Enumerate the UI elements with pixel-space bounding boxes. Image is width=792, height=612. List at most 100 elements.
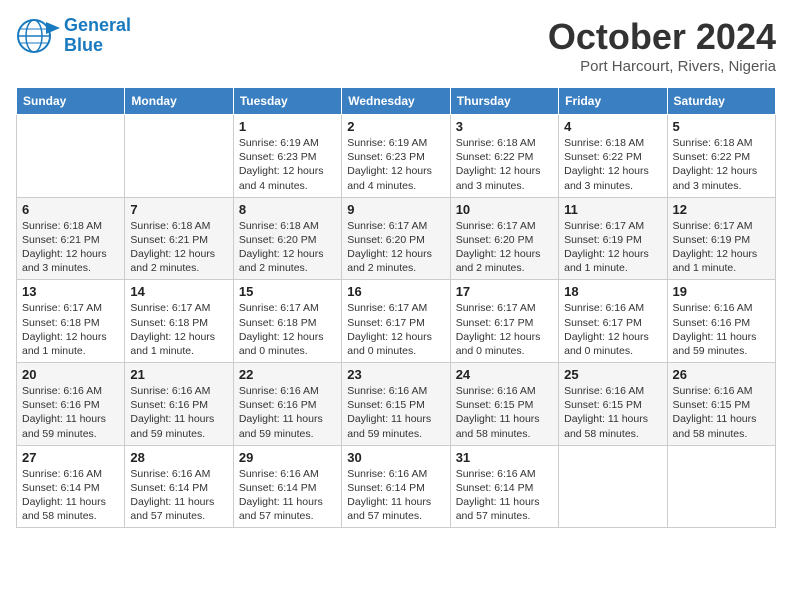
- calendar-cell: 4 Sunrise: 6:18 AM Sunset: 6:22 PM Daylig…: [559, 115, 667, 198]
- day-number: 5: [673, 119, 770, 134]
- day-info: Sunrise: 6:16 AM Sunset: 6:14 PM Dayligh…: [347, 467, 444, 524]
- day-info: Sunrise: 6:16 AM Sunset: 6:16 PM Dayligh…: [239, 384, 336, 441]
- calendar-cell: 27Sunrise: 6:16 AM Sunset: 6:14 PM Dayli…: [17, 445, 125, 528]
- calendar-cell: [559, 445, 667, 528]
- day-info: Sunrise: 6:17 AM Sunset: 6:18 PM Dayligh…: [22, 301, 119, 358]
- calendar-cell: 22Sunrise: 6:16 AM Sunset: 6:16 PM Dayli…: [233, 363, 341, 446]
- calendar-cell: 6Sunrise: 6:18 AM Sunset: 6:21 PM Daylig…: [17, 197, 125, 280]
- calendar-cell: 9Sunrise: 6:17 AM Sunset: 6:20 PM Daylig…: [342, 197, 450, 280]
- calendar-cell: [667, 445, 775, 528]
- calendar-cell: 29 Sunrise: 6:16 AM Sunset: 6:14 PM Dayli…: [233, 445, 341, 528]
- day-info: Sunrise: 6:19 AM Sunset: 6:23 PM Dayligh…: [239, 136, 336, 193]
- day-number: 20: [22, 367, 119, 382]
- day-info: Sunrise: 6:18 AM Sunset: 6:22 PM Dayligh…: [673, 136, 770, 193]
- day-number: 24: [456, 367, 553, 382]
- month-title: October 2024: [548, 16, 776, 58]
- calendar-cell: 18Sunrise: 6:16 AM Sunset: 6:17 PM Dayli…: [559, 280, 667, 363]
- day-number: 13: [22, 284, 119, 299]
- calendar-cell: 13 Sunrise: 6:17 AM Sunset: 6:18 PM Dayli…: [17, 280, 125, 363]
- logo: General Blue: [16, 16, 131, 56]
- day-number: 1: [239, 119, 336, 134]
- day-number: 17: [456, 284, 553, 299]
- page-header: General Blue October 2024 Port Harcourt,…: [16, 16, 776, 75]
- day-info: Sunrise: 6:17 AM Sunset: 6:19 PM Dayligh…: [673, 219, 770, 276]
- weekday-header-thursday: Thursday: [450, 88, 558, 115]
- calendar-cell: 1 Sunrise: 6:19 AM Sunset: 6:23 PM Daylig…: [233, 115, 341, 198]
- day-info: Sunrise: 6:17 AM Sunset: 6:17 PM Dayligh…: [456, 301, 553, 358]
- day-info: Sunrise: 6:19 AM Sunset: 6:23 PM Dayligh…: [347, 136, 444, 193]
- day-info: Sunrise: 6:16 AM Sunset: 6:15 PM Dayligh…: [347, 384, 444, 441]
- calendar-cell: 26 Sunrise: 6:16 AM Sunset: 6:15 PM Dayli…: [667, 363, 775, 446]
- calendar-cell: 15Sunrise: 6:17 AM Sunset: 6:18 PM Dayli…: [233, 280, 341, 363]
- calendar-cell: 24 Sunrise: 6:16 AM Sunset: 6:15 PM Dayli…: [450, 363, 558, 446]
- week-row-2: 6 Sunrise: 6:18 AM Sunset: 6:21 PM Daylig…: [17, 197, 776, 280]
- logo-icon: [16, 18, 60, 54]
- weekday-header-saturday: Saturday: [667, 88, 775, 115]
- calendar-cell: 21Sunrise: 6:16 AM Sunset: 6:16 PM Dayli…: [125, 363, 233, 446]
- day-info: Sunrise: 6:17 AM Sunset: 6:18 PM Dayligh…: [239, 301, 336, 358]
- calendar-cell: 23 Sunrise: 6:16 AM Sunset: 6:15 PM Dayli…: [342, 363, 450, 446]
- week-row-1: 1 Sunrise: 6:19 AM Sunset: 6:23 PM Daylig…: [17, 115, 776, 198]
- day-info: Sunrise: 6:16 AM Sunset: 6:14 PM Dayligh…: [130, 467, 227, 524]
- day-info: Sunrise: 6:18 AM Sunset: 6:22 PM Dayligh…: [456, 136, 553, 193]
- day-number: 4: [564, 119, 661, 134]
- day-info: Sunrise: 6:16 AM Sunset: 6:15 PM Dayligh…: [564, 384, 661, 441]
- week-row-5: 27 Sunrise: 6:16 AM Sunset: 6:14 PM Dayli…: [17, 445, 776, 528]
- day-number: 6: [22, 202, 119, 217]
- day-number: 10: [456, 202, 553, 217]
- day-info: Sunrise: 6:16 AM Sunset: 6:15 PM Dayligh…: [673, 384, 770, 441]
- weekday-header-friday: Friday: [559, 88, 667, 115]
- day-number: 28: [130, 450, 227, 465]
- week-row-4: 20 Sunrise: 6:16 AM Sunset: 6:16 PM Dayli…: [17, 363, 776, 446]
- logo-line2: Blue: [64, 36, 131, 56]
- day-info: Sunrise: 6:16 AM Sunset: 6:14 PM Dayligh…: [456, 467, 553, 524]
- day-number: 9: [347, 202, 444, 217]
- day-number: 21: [130, 367, 227, 382]
- calendar-cell: 16 Sunrise: 6:17 AM Sunset: 6:17 PM Dayli…: [342, 280, 450, 363]
- calendar-cell: 30Sunrise: 6:16 AM Sunset: 6:14 PM Dayli…: [342, 445, 450, 528]
- weekday-header-tuesday: Tuesday: [233, 88, 341, 115]
- day-info: Sunrise: 6:16 AM Sunset: 6:16 PM Dayligh…: [673, 301, 770, 358]
- day-number: 16: [347, 284, 444, 299]
- day-info: Sunrise: 6:16 AM Sunset: 6:16 PM Dayligh…: [22, 384, 119, 441]
- calendar-cell: 28 Sunrise: 6:16 AM Sunset: 6:14 PM Dayli…: [125, 445, 233, 528]
- day-info: Sunrise: 6:18 AM Sunset: 6:21 PM Dayligh…: [130, 219, 227, 276]
- day-info: Sunrise: 6:18 AM Sunset: 6:22 PM Dayligh…: [564, 136, 661, 193]
- day-number: 14: [130, 284, 227, 299]
- calendar-cell: [17, 115, 125, 198]
- day-info: Sunrise: 6:16 AM Sunset: 6:14 PM Dayligh…: [239, 467, 336, 524]
- day-number: 23: [347, 367, 444, 382]
- day-number: 18: [564, 284, 661, 299]
- day-info: Sunrise: 6:17 AM Sunset: 6:18 PM Dayligh…: [130, 301, 227, 358]
- weekday-header-row: SundayMondayTuesdayWednesdayThursdayFrid…: [17, 88, 776, 115]
- logo-line1: General: [64, 16, 131, 36]
- weekday-header-monday: Monday: [125, 88, 233, 115]
- week-row-3: 13 Sunrise: 6:17 AM Sunset: 6:18 PM Dayli…: [17, 280, 776, 363]
- calendar-cell: 8Sunrise: 6:18 AM Sunset: 6:20 PM Daylig…: [233, 197, 341, 280]
- day-info: Sunrise: 6:17 AM Sunset: 6:17 PM Dayligh…: [347, 301, 444, 358]
- location: Port Harcourt, Rivers, Nigeria: [548, 58, 776, 75]
- day-number: 11: [564, 202, 661, 217]
- calendar-cell: 19 Sunrise: 6:16 AM Sunset: 6:16 PM Dayli…: [667, 280, 775, 363]
- day-info: Sunrise: 6:16 AM Sunset: 6:15 PM Dayligh…: [456, 384, 553, 441]
- calendar-cell: 25 Sunrise: 6:16 AM Sunset: 6:15 PM Dayli…: [559, 363, 667, 446]
- calendar-cell: 10Sunrise: 6:17 AM Sunset: 6:20 PM Dayli…: [450, 197, 558, 280]
- calendar-cell: 14 Sunrise: 6:17 AM Sunset: 6:18 PM Dayli…: [125, 280, 233, 363]
- day-number: 19: [673, 284, 770, 299]
- day-number: 12: [673, 202, 770, 217]
- day-number: 7: [130, 202, 227, 217]
- day-number: 26: [673, 367, 770, 382]
- calendar-cell: 5 Sunrise: 6:18 AM Sunset: 6:22 PM Daylig…: [667, 115, 775, 198]
- calendar-table: SundayMondayTuesdayWednesdayThursdayFrid…: [16, 87, 776, 528]
- day-info: Sunrise: 6:18 AM Sunset: 6:20 PM Dayligh…: [239, 219, 336, 276]
- day-number: 2: [347, 119, 444, 134]
- calendar-cell: 20 Sunrise: 6:16 AM Sunset: 6:16 PM Dayli…: [17, 363, 125, 446]
- weekday-header-sunday: Sunday: [17, 88, 125, 115]
- day-number: 27: [22, 450, 119, 465]
- day-number: 25: [564, 367, 661, 382]
- weekday-header-wednesday: Wednesday: [342, 88, 450, 115]
- title-block: October 2024 Port Harcourt, Rivers, Nige…: [548, 16, 776, 75]
- calendar-cell: 7 Sunrise: 6:18 AM Sunset: 6:21 PM Daylig…: [125, 197, 233, 280]
- day-number: 29: [239, 450, 336, 465]
- calendar-cell: 12 Sunrise: 6:17 AM Sunset: 6:19 PM Dayli…: [667, 197, 775, 280]
